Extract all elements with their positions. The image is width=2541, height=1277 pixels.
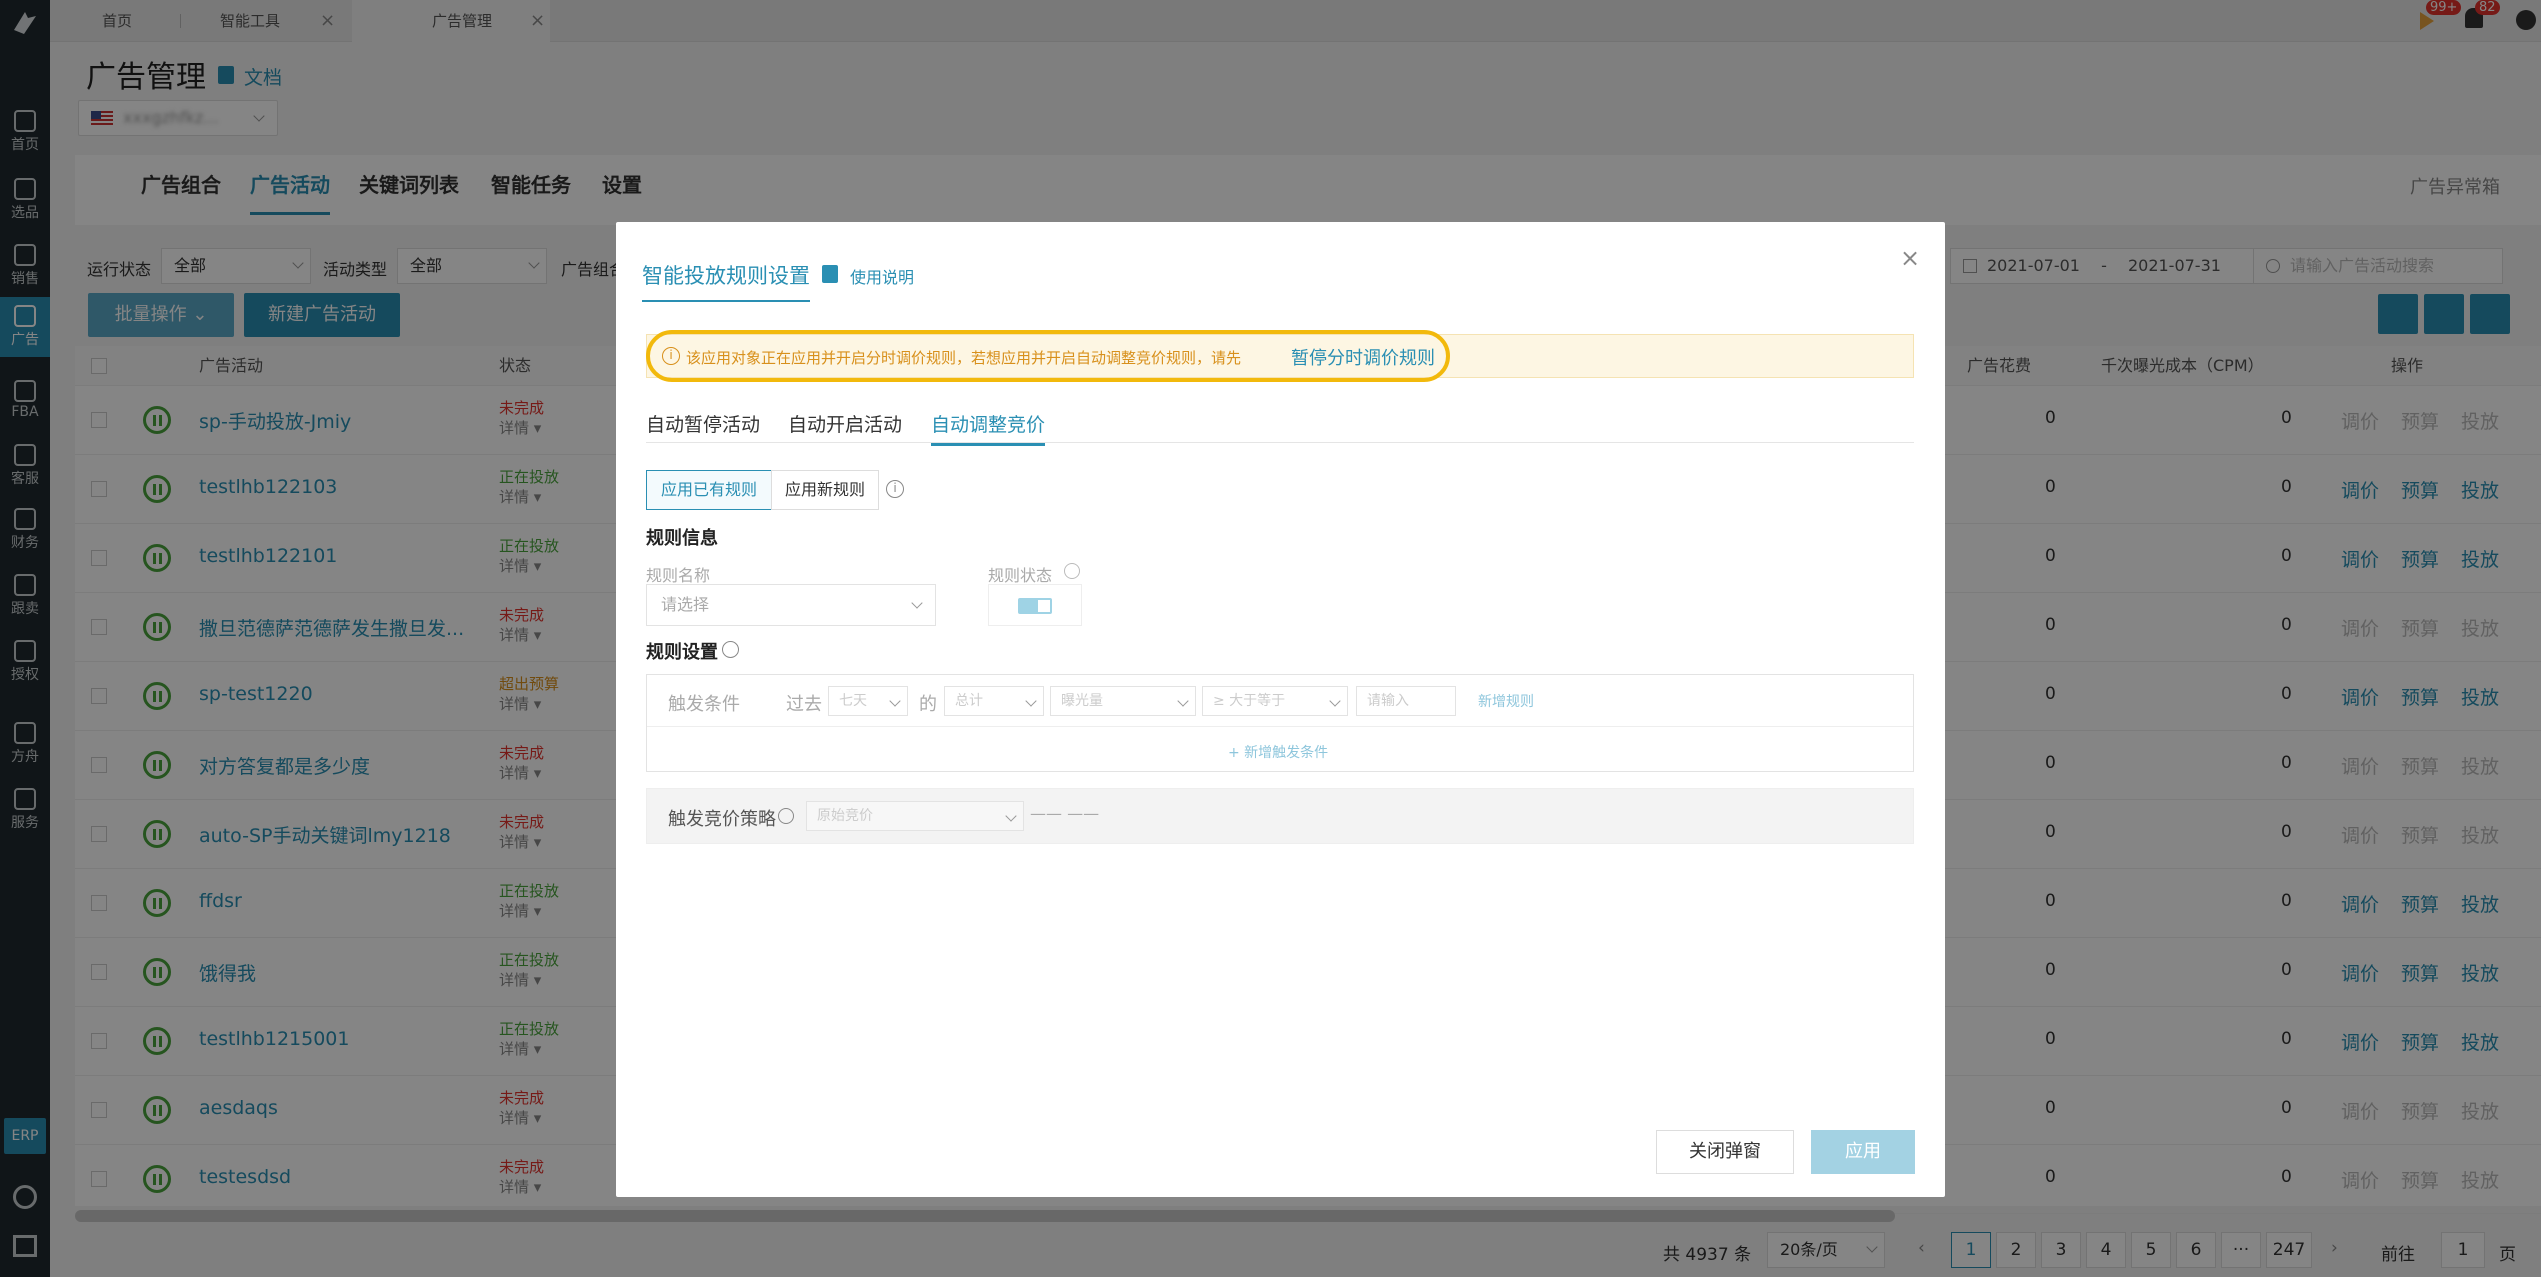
close-modal-button[interactable]: 关闭弹窗 xyxy=(1656,1130,1794,1174)
smart-rule-modal: 智能投放规则设置 使用说明 × i 该应用对象正在应用并开启分时调价规则，若想应… xyxy=(616,222,1945,1197)
chevron-down-icon xyxy=(1329,695,1341,707)
value-input[interactable]: 请输入 xyxy=(1356,686,1456,716)
metric-placeholder: 曝光量 xyxy=(1061,693,1103,709)
days-placeholder: 七天 xyxy=(839,693,867,709)
chevron-down-icon xyxy=(1177,695,1189,707)
add-rule-link[interactable]: 新增规则 xyxy=(1478,691,1534,711)
apply-existing-rule-button[interactable]: 应用已有规则 xyxy=(646,470,772,510)
compare-select[interactable]: ≥ 大于等于 xyxy=(1202,686,1348,716)
rule-status-toggle[interactable] xyxy=(988,584,1082,626)
pause-timed-rule-link[interactable]: 暂停分时调价规则 xyxy=(1291,344,1435,370)
rule-settings-heading: 规则设置 xyxy=(646,642,718,663)
rule-info-heading: 规则信息 xyxy=(646,528,718,549)
info-icon xyxy=(778,808,794,824)
strategy-placeholder: 原始竞价 xyxy=(817,808,873,824)
days-select[interactable]: 七天 xyxy=(828,686,908,716)
sum-placeholder: 总计 xyxy=(955,693,983,709)
tab-auto-bid[interactable]: 自动调整竞价 xyxy=(931,410,1046,446)
trigger-label: 触发条件 xyxy=(668,694,740,715)
apply-new-rule-button[interactable]: 应用新规则 xyxy=(771,470,879,510)
info-icon xyxy=(722,641,739,658)
warning-text: 该应用对象正在应用并开启分时调价规则，若想应用并开启自动调整竞价规则，请先 xyxy=(686,349,1242,367)
metric-select[interactable]: 曝光量 xyxy=(1050,686,1196,716)
rule-name-placeholder: 请选择 xyxy=(661,595,710,614)
chevron-down-icon xyxy=(889,695,901,707)
apply-button[interactable]: 应用 xyxy=(1811,1130,1915,1174)
past-label: 过去 xyxy=(786,694,822,715)
close-icon[interactable]: × xyxy=(1900,244,1920,272)
book-icon xyxy=(822,265,838,283)
tab-auto-start[interactable]: 自动开启活动 xyxy=(788,410,902,437)
strategy-dashes: —— —— xyxy=(1030,804,1100,823)
sum-select[interactable]: 总计 xyxy=(944,686,1044,716)
info-icon[interactable]: i xyxy=(886,480,904,498)
rule-name-label: 规则名称 xyxy=(646,566,711,585)
info-icon xyxy=(1064,563,1080,579)
info-icon: i xyxy=(662,347,680,365)
rule-status-label: 规则状态 xyxy=(988,566,1053,585)
strategy-label: 触发竞价策略 xyxy=(668,809,776,830)
add-condition-link[interactable]: + 新增触发条件 xyxy=(1228,742,1328,762)
help-link[interactable]: 使用说明 xyxy=(850,264,914,288)
tab-divider xyxy=(646,442,1914,443)
chevron-down-icon xyxy=(1005,810,1017,822)
chevron-down-icon xyxy=(911,597,923,609)
compare-placeholder: ≥ 大于等于 xyxy=(1213,693,1286,709)
strategy-select[interactable]: 原始竞价 xyxy=(806,801,1024,831)
trigger-row-divider xyxy=(647,726,1913,727)
de-label: 的 xyxy=(919,694,937,715)
tab-auto-pause[interactable]: 自动暂停活动 xyxy=(646,410,760,437)
modal-title: 智能投放规则设置 xyxy=(642,260,810,302)
rule-name-select[interactable]: 请选择 xyxy=(646,584,936,626)
chevron-down-icon xyxy=(1025,695,1037,707)
